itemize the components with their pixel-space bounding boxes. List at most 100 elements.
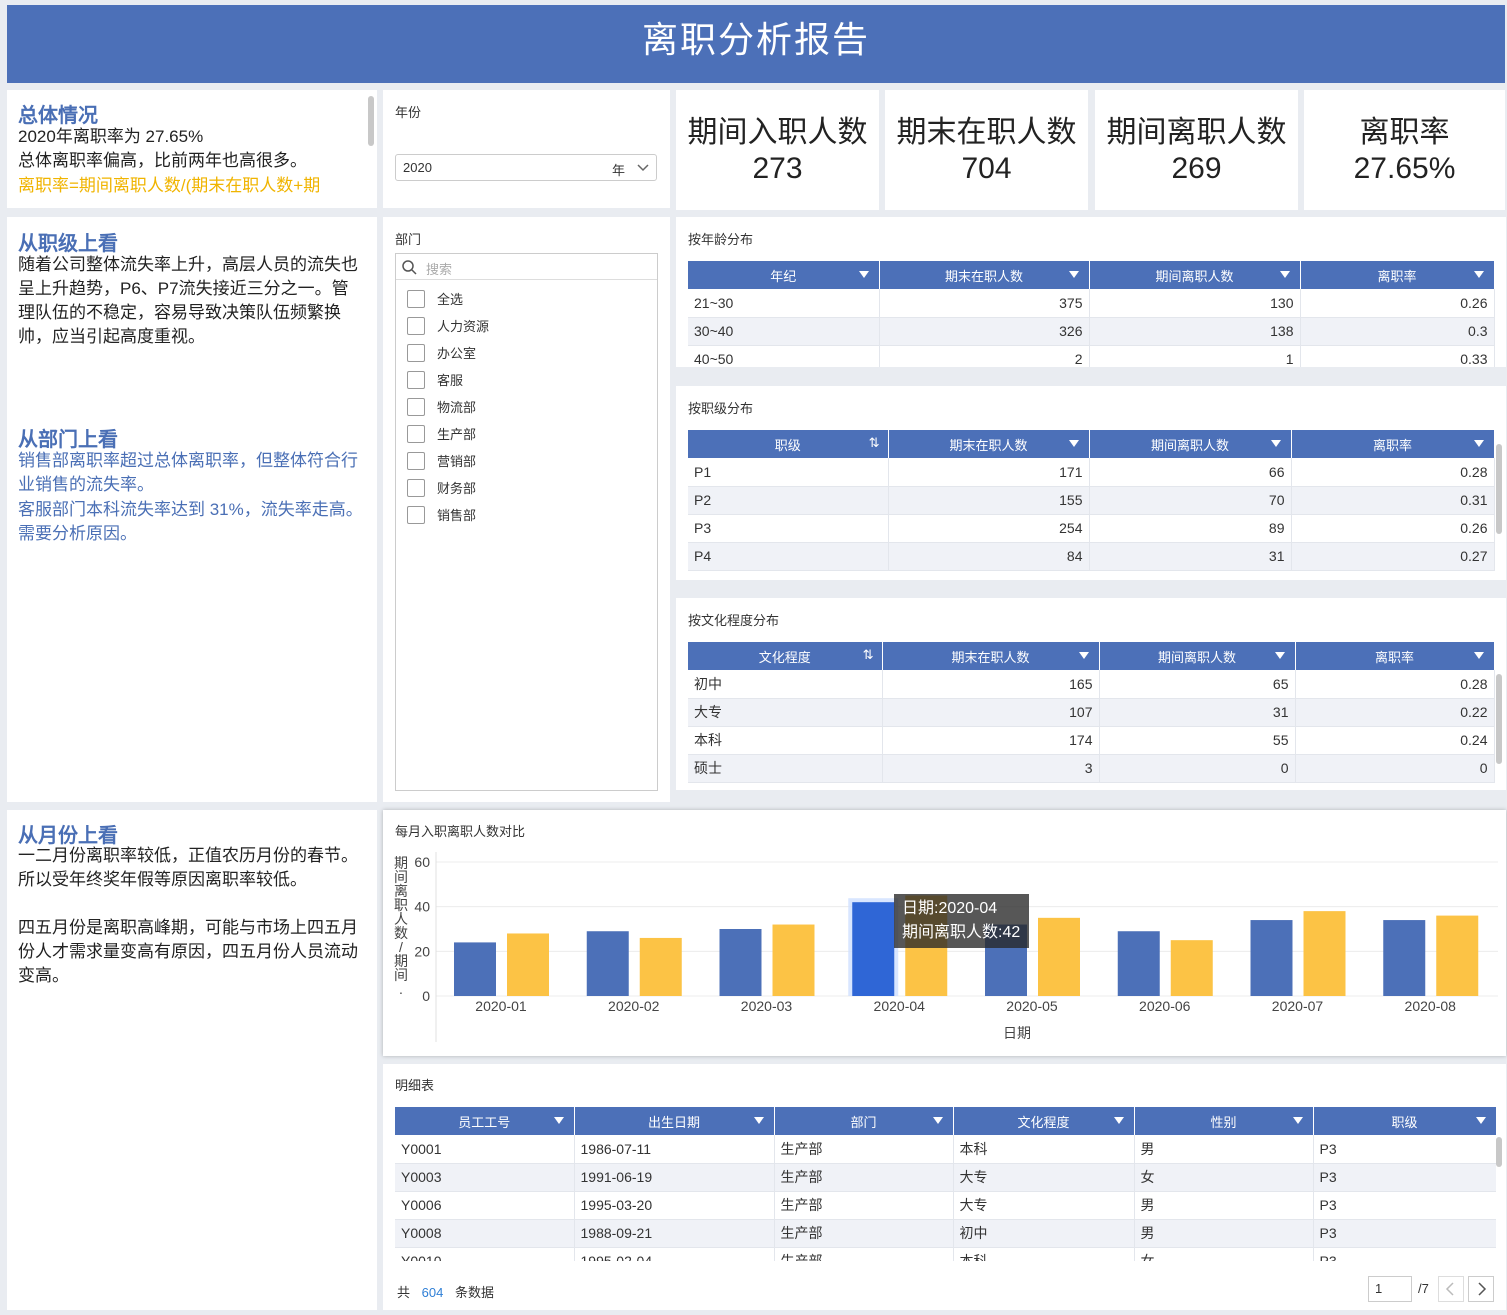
pagination-summary: 共 604 条数据	[397, 1285, 494, 1300]
dropdown-arrow-icon[interactable]	[1068, 440, 1079, 447]
dept-options: 全选 人力资源 办公室 客服 物流部 生产部 营销部 财务部 销售部	[396, 285, 657, 528]
checkbox[interactable]	[407, 343, 425, 362]
column-header[interactable]: 期间离职人数	[1089, 261, 1301, 289]
dept-option[interactable]: 销售部	[396, 501, 657, 528]
dropdown-arrow-icon[interactable]	[1475, 1117, 1486, 1124]
dropdown-arrow-icon[interactable]	[932, 1117, 943, 1124]
column-header[interactable]: 部门	[774, 1107, 954, 1135]
dept-option[interactable]: 人力资源	[396, 312, 657, 339]
dept-p1: 销售部离职率超过总体离职率，但整体符合行业销售的流失率。	[18, 451, 358, 494]
column-header[interactable]: 职级 ⇅	[688, 430, 889, 458]
checkbox[interactable]	[407, 370, 425, 389]
dropdown-arrow-icon[interactable]	[1279, 271, 1290, 278]
dropdown-arrow-icon[interactable]	[1292, 1117, 1303, 1124]
dropdown-arrow-icon[interactable]	[753, 1117, 764, 1124]
column-header[interactable]: 离职率	[1295, 642, 1495, 670]
bar	[772, 924, 815, 996]
kpi-card-hires: 期间入职人数 273	[676, 90, 879, 210]
dept-option[interactable]: 财务部	[396, 474, 657, 501]
checkbox[interactable]	[407, 505, 425, 524]
column-header[interactable]: 文化程度 ⇅	[688, 642, 883, 670]
search-placeholder: 搜索	[426, 262, 453, 277]
checkbox[interactable]	[407, 451, 425, 470]
kpi-value: 704	[961, 152, 1012, 185]
dept-checklist: 搜索 全选 人力资源 办公室 客服 物流部 生产部 营销部 财务部 销售部	[395, 253, 658, 791]
dropdown-arrow-icon[interactable]	[1274, 652, 1285, 659]
edu-table: 文化程度 ⇅ 期末在职人数 期间离职人数 离职率 初中 165 65 0.28 大专 10…	[688, 642, 1495, 783]
page-input[interactable]: 1	[1368, 1276, 1412, 1302]
bar	[1117, 931, 1160, 996]
dept-p2: 客服部门本科流失率达到 31%，流失率走高。需要分析原因。	[18, 500, 363, 543]
x-tick-label: 2020-08	[1405, 998, 1457, 1014]
checkbox[interactable]	[407, 316, 425, 335]
next-page-button[interactable]	[1468, 1276, 1494, 1302]
column-header[interactable]: 性别	[1134, 1107, 1314, 1135]
year-select[interactable]: 2020 年	[395, 154, 657, 181]
column-header[interactable]: 年纪	[688, 261, 880, 289]
column-header[interactable]: 期末在职人数	[879, 261, 1090, 289]
overview-formula: 离职率=期间离职人数/(期末在职人数+期	[18, 176, 321, 195]
table-row: 硕士 3 0 0	[688, 754, 1495, 783]
overview-line1: 2020年离职率为 27.65%	[18, 127, 204, 146]
month-p2: 四五月份是离职高峰期，可能与市场上四五月份人才需求量变高有原因，四五月份人员流动…	[18, 918, 358, 985]
column-header[interactable]: 出生日期	[574, 1107, 775, 1135]
dropdown-arrow-icon[interactable]	[1473, 440, 1484, 447]
dropdown-arrow-icon[interactable]	[1473, 652, 1484, 659]
prev-page-button[interactable]	[1438, 1276, 1464, 1302]
overview-panel: 总体情况 2020年离职率为 27.65% 总体离职率偏高，比前两年也高很多。 …	[7, 90, 377, 208]
age-table-panel: 按年龄分布 年纪 期末在职人数 期间离职人数 离职率 21~30 375 130 0.…	[676, 217, 1506, 367]
table-row: P2 155 70 0.31	[688, 486, 1495, 515]
page-title: 离职分析报告	[7, 5, 1505, 83]
sort-icon[interactable]: ⇅	[869, 435, 880, 451]
checkbox[interactable]	[407, 478, 425, 497]
dept-option[interactable]: 物流部	[396, 393, 657, 420]
column-header[interactable]: 员工工号	[395, 1107, 575, 1135]
bar	[719, 929, 762, 996]
column-header[interactable]: 期间离职人数	[1099, 642, 1296, 670]
table-row: Y0003 1991-06-19 生产部 大专女 P3	[395, 1163, 1496, 1192]
dropdown-arrow-icon[interactable]	[858, 271, 869, 278]
bar	[507, 933, 549, 996]
dept-option[interactable]: 营销部	[396, 447, 657, 474]
dropdown-arrow-icon[interactable]	[1473, 271, 1484, 278]
scrollbar[interactable]	[1496, 674, 1502, 764]
total-count: 604	[421, 1285, 444, 1300]
scrollbar[interactable]	[1496, 1137, 1502, 1167]
dept-option[interactable]: 全选	[396, 285, 657, 312]
kpi-label: 期间离职人数	[1106, 116, 1287, 149]
y-tick-label: 40	[414, 899, 430, 915]
level-table-title: 按职级分布	[688, 401, 754, 416]
x-tick-label: 2020-03	[741, 998, 793, 1014]
column-header[interactable]: 期末在职人数	[882, 642, 1100, 670]
dept-option[interactable]: 办公室	[396, 339, 657, 366]
checkbox[interactable]	[407, 424, 425, 443]
age-table: 年纪 期末在职人数 期间离职人数 离职率 21~30 375 130 0.26 30~…	[688, 261, 1495, 367]
column-header[interactable]: 离职率	[1300, 261, 1495, 289]
dropdown-arrow-icon[interactable]	[553, 1117, 564, 1124]
table-row: 21~30 375 130 0.26	[688, 289, 1495, 318]
page-total: /7	[1418, 1281, 1429, 1296]
monthly-chart-panel: 每月入职离职人数对比 0 20 40 60 期间离职人数 / 期间. 2020-01 2020-…	[383, 810, 1506, 1056]
column-header[interactable]: 期间离职人数	[1089, 430, 1292, 458]
dropdown-arrow-icon[interactable]	[1113, 1117, 1124, 1124]
table-row: 初中 165 65 0.28	[688, 670, 1495, 699]
column-header[interactable]: 离职率	[1291, 430, 1495, 458]
scrollbar[interactable]	[1496, 444, 1502, 534]
year-filter-label: 年份	[395, 105, 422, 120]
detail-table-panel: 明细表 员工工号 出生日期 部门 文化程度 性别 职级 Y0001 1986-07…	[383, 1064, 1506, 1310]
dept-option[interactable]: 客服	[396, 366, 657, 393]
sort-icon[interactable]: ⇅	[863, 647, 874, 663]
column-header[interactable]: 期末在职人数	[888, 430, 1090, 458]
dept-search-input[interactable]: 搜索	[396, 254, 657, 280]
bar	[1436, 915, 1479, 996]
column-header[interactable]: 文化程度	[953, 1107, 1135, 1135]
scrollbar[interactable]	[368, 96, 374, 146]
checkbox[interactable]	[407, 397, 425, 416]
dropdown-arrow-icon[interactable]	[1270, 440, 1281, 447]
checkbox[interactable]	[407, 289, 425, 308]
dropdown-arrow-icon[interactable]	[1068, 271, 1079, 278]
table-row: Y0010 1995-02-04 生产部 本科女 P3	[395, 1247, 1496, 1261]
column-header[interactable]: 职级	[1313, 1107, 1496, 1135]
dept-option[interactable]: 生产部	[396, 420, 657, 447]
dropdown-arrow-icon[interactable]	[1078, 652, 1089, 659]
